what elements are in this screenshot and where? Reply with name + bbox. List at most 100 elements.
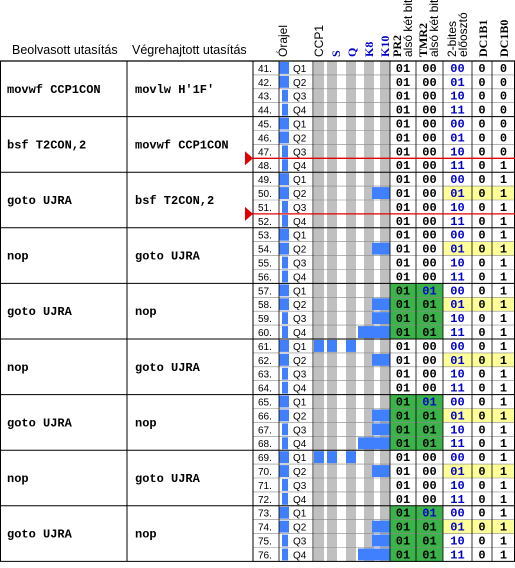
- phase-label: Q3: [293, 537, 307, 548]
- dc1b0-value: 0: [500, 145, 507, 159]
- clock-pulse: [279, 395, 289, 408]
- pr2-value: 01: [396, 173, 410, 187]
- clock-pulse: [279, 465, 289, 477]
- tmr2-value: 00: [422, 451, 436, 465]
- pr2-value: 01: [396, 548, 410, 562]
- dc1b1-value: 0: [478, 298, 485, 312]
- k10-high: [372, 534, 390, 547]
- cycle-number: 56.: [258, 272, 272, 283]
- pr2-value: 01: [396, 270, 410, 284]
- cycle-number: 41.: [258, 64, 272, 75]
- tmr2-value: 00: [422, 340, 436, 354]
- cycle-number: 48.: [258, 161, 272, 172]
- pr2-value: 01: [396, 118, 410, 132]
- clock-pulse: [279, 284, 289, 297]
- tmr2-value: 00: [422, 145, 436, 159]
- dc1b0-value: 0: [500, 104, 507, 118]
- dc1b1-value: 0: [478, 145, 485, 159]
- tmr2-value: 00: [422, 131, 436, 145]
- k10-high: [372, 520, 390, 533]
- prescaler-value: 01: [450, 131, 464, 145]
- dc1b1-value: 0: [478, 76, 485, 90]
- tmr2-value: 01: [422, 409, 436, 423]
- phase-label: Q4: [293, 495, 307, 506]
- dc1b0-value: 0: [500, 131, 507, 145]
- prescaler-value: 10: [450, 145, 464, 159]
- tmr2-value: 00: [422, 104, 436, 118]
- cycle-number: 61.: [258, 342, 272, 353]
- phase-label: Q1: [293, 120, 307, 131]
- timing-table-svg: Beolvasott utasítás Végrehajtott utasítá…: [0, 0, 515, 562]
- dc1b1-value: 0: [478, 493, 485, 507]
- phase-label: Q4: [293, 217, 307, 228]
- tmr2-value: 01: [422, 326, 436, 340]
- pr2-value: 01: [396, 76, 410, 90]
- pr2-value: 01: [396, 465, 410, 479]
- phase-label: Q1: [293, 509, 307, 520]
- dc1b0-value: 1: [500, 326, 507, 340]
- phase-label: Q4: [293, 106, 307, 117]
- pr2-value: 01: [396, 298, 410, 312]
- k10-high: [372, 312, 390, 325]
- dc1b1-value: 0: [478, 354, 485, 368]
- prescaler-value: 11: [450, 548, 464, 562]
- exec-instruction: goto UJRA: [135, 361, 201, 375]
- phase-label: Q3: [293, 203, 307, 214]
- dc1b0-value: 1: [500, 535, 507, 549]
- k10-high: [372, 465, 390, 477]
- clock-pulse: [282, 159, 288, 172]
- exec-instruction: movlw H'1F': [135, 83, 214, 97]
- instruction-group: goto UJRA nop: [7, 416, 157, 430]
- pr2-value: 01: [396, 493, 410, 507]
- tmr2-value: 01: [422, 396, 436, 410]
- dc1b0-value: 1: [500, 437, 507, 451]
- instruction-group: goto UJRA bsf T2CON,2: [7, 194, 214, 208]
- phase-label: Q2: [293, 356, 307, 367]
- clock-pulse: [279, 173, 289, 186]
- exec-instruction: nop: [135, 416, 157, 430]
- dc1b0-value: 1: [500, 312, 507, 326]
- dc1b0-value: 1: [500, 451, 507, 465]
- dc1b1-value: 0: [478, 382, 485, 396]
- header-pr2-sub: alsó két bit: [401, 0, 415, 57]
- cycle-number: 54.: [258, 245, 272, 256]
- tmr2-value: 00: [422, 187, 436, 201]
- exec-instruction: goto UJRA: [135, 250, 201, 264]
- cycle-number: 71.: [258, 481, 272, 492]
- pr2-value: 01: [396, 437, 410, 451]
- instruction-group: nop goto UJRA: [7, 361, 201, 375]
- phase-label: Q4: [293, 161, 307, 172]
- tmr2-value: 00: [422, 173, 436, 187]
- prescaler-value: 10: [450, 201, 464, 215]
- tmr2-value: 00: [422, 465, 436, 479]
- k10-high: [372, 242, 390, 255]
- dc1b1-value: 0: [478, 131, 485, 145]
- prescaler-value: 00: [450, 173, 464, 187]
- dc1b0-value: 1: [500, 382, 507, 396]
- prescaler-value: 01: [450, 354, 464, 368]
- cycle-number: 75.: [258, 537, 272, 548]
- pr2-value: 01: [396, 90, 410, 104]
- tmr2-value: 00: [422, 76, 436, 90]
- dc1b1-value: 0: [478, 396, 485, 410]
- dc1b1-value: 0: [478, 437, 485, 451]
- dc1b1-value: 0: [478, 340, 485, 354]
- table-row: 58. Q2 01 01 01 0 1: [258, 297, 515, 312]
- tmr2-value: 01: [422, 284, 436, 298]
- clock-pulse: [279, 298, 289, 311]
- clock-pulse: [282, 534, 288, 547]
- clock-pulse: [279, 131, 289, 144]
- prescaler-value: 01: [450, 521, 464, 535]
- prescaler-value: 10: [450, 312, 464, 326]
- dc1b0-value: 1: [500, 368, 507, 382]
- dc1b0-value: 1: [500, 493, 507, 507]
- pr2-value: 01: [396, 326, 410, 340]
- cycle-number: 67.: [258, 425, 272, 436]
- prescaler-value: 10: [450, 368, 464, 382]
- prescaler-value: 11: [450, 437, 464, 451]
- pr2-value: 01: [396, 368, 410, 382]
- pr2-value: 01: [396, 340, 410, 354]
- read-instruction: bsf T2CON,2: [7, 138, 86, 152]
- clock-pulse: [279, 187, 289, 199]
- dc1b0-value: 1: [500, 548, 507, 562]
